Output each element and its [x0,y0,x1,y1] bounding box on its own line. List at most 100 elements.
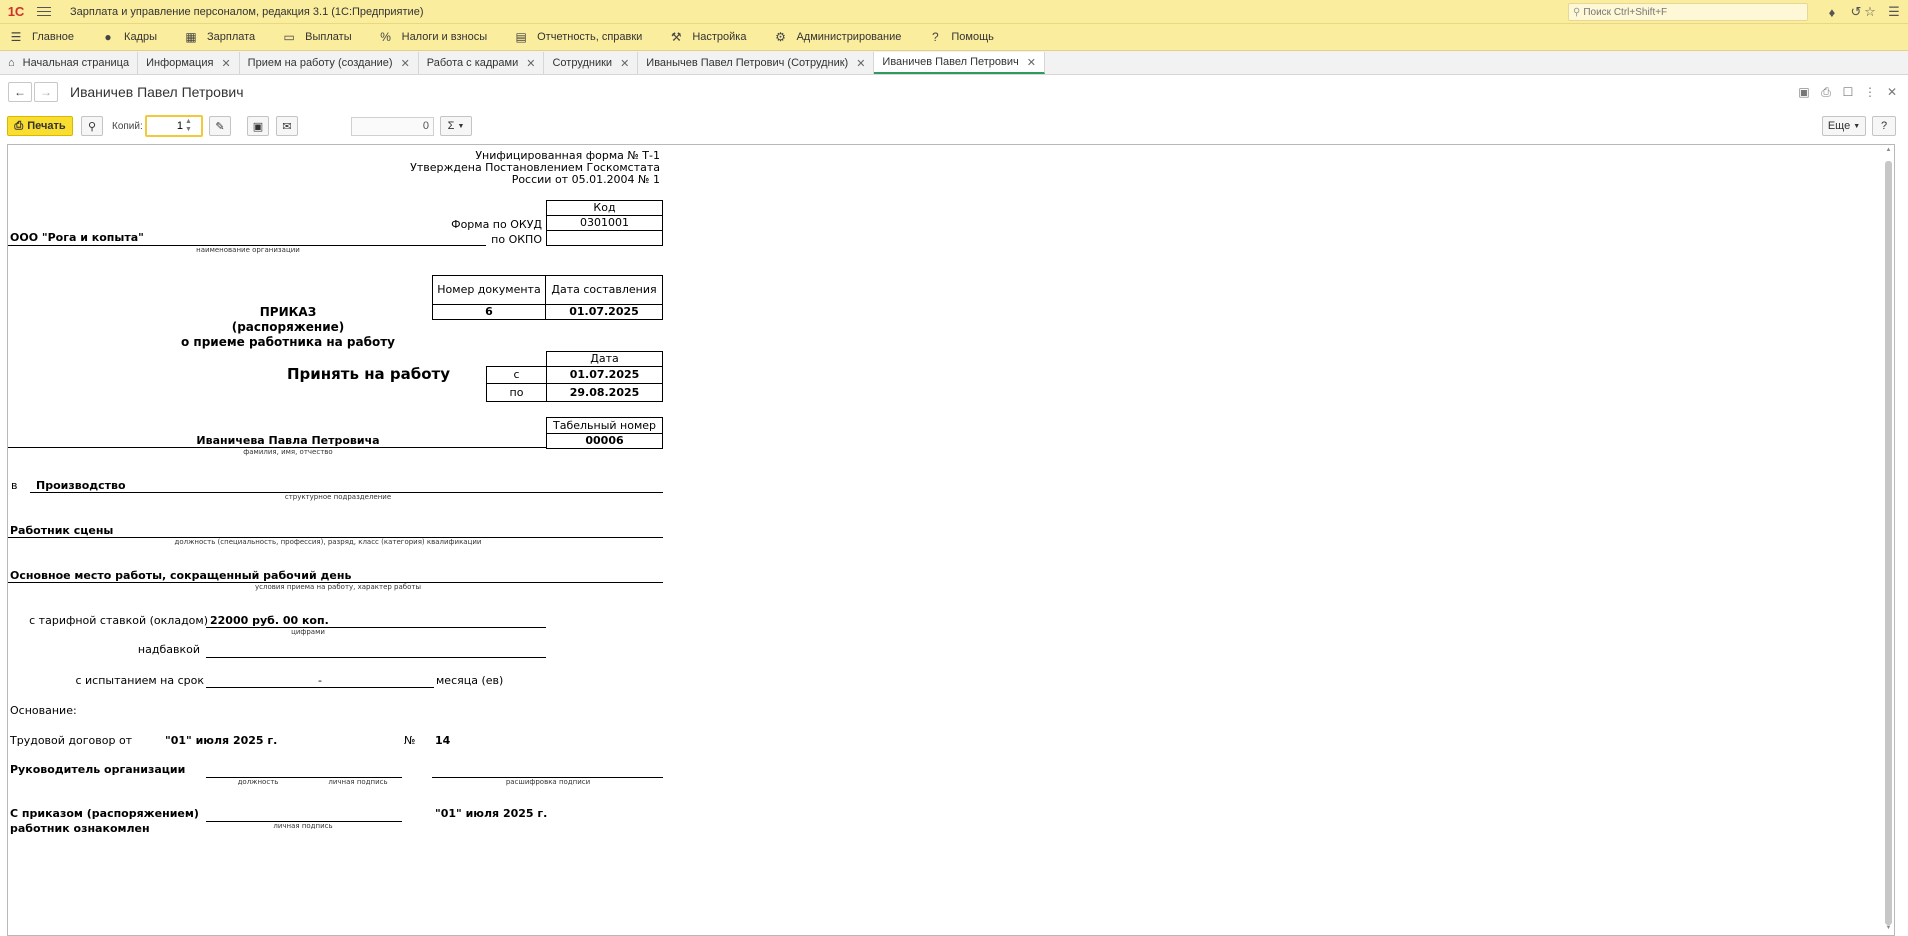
from-label: с [486,366,547,384]
calculator-icon: ▦ [185,30,197,44]
form-toolbar: ⎙Печать ⚲ Копий: ▲▼ ✎ ▣ ✉ 0 Σ▼ Еще▼ ? [0,114,1908,140]
gear-icon: ⚙ [775,30,786,44]
tab-hr-work[interactable]: Работа с кадрами ✕ [418,52,545,74]
save-file-button[interactable]: ▣ [247,116,269,136]
close-icon[interactable]: ✕ [1027,56,1036,69]
sum-field[interactable]: 0 [351,117,434,136]
rate-underline [206,627,546,628]
copies-label: Копий: [112,121,143,132]
star-icon[interactable]: ☆ [1862,4,1878,20]
panel-settings-icon[interactable]: ☰ [1886,4,1902,20]
printer-icon: ⎙ [14,119,24,132]
bell-icon[interactable]: ♦ [1824,4,1840,20]
back-button[interactable]: ← [8,82,32,102]
search-input[interactable] [1583,6,1804,18]
spin-down-icon[interactable]: ▼ [185,126,192,134]
doc-number: 6 [432,304,546,320]
menu-item-settings[interactable]: ⚒ Настройка [668,29,747,45]
preview-icon[interactable]: ☐ [1840,84,1856,100]
menu-item-salary[interactable]: ▦ Зарплата [183,29,255,45]
form-title: Иваничев Павел Петрович [70,84,244,100]
head-caption-decoding: расшифровка подписи [505,778,591,786]
close-icon[interactable]: ✕ [401,57,410,70]
home-icon: ⌂ [8,57,15,69]
menu-icon: ☰ [10,30,22,44]
menu-item-reports[interactable]: ▤ Отчетность, справки [513,29,642,45]
global-search[interactable]: ⚲ [1568,3,1808,21]
menu-item-payments[interactable]: ▭ Выплаты [281,29,352,45]
chevron-down-icon: ▼ [457,122,465,130]
sum-button[interactable]: Σ ▼ [440,116,472,136]
tab-information[interactable]: Информация ✕ [138,52,240,74]
to-label: по [486,383,547,402]
close-icon[interactable]: ✕ [620,57,629,70]
menu-item-hr[interactable]: ● Кадры [100,29,157,45]
magnifier-icon: ⚲ [87,120,97,133]
close-icon[interactable]: ✕ [526,57,535,70]
rate-caption: цифрами [291,628,325,636]
chevron-down-icon: ▼ [1853,122,1861,130]
menu-item-help[interactable]: ? Помощь [927,29,994,45]
menu-item-taxes[interactable]: % Налоги и взносы [378,29,487,45]
close-icon[interactable]: ✕ [221,57,230,70]
rate-label: с тарифной ставкой (окладом) [29,614,208,627]
tab-employee-card[interactable]: Иванычев Павел Петрович (Сотрудник) ✕ [638,52,875,74]
copies-stepper[interactable]: ▲▼ [145,115,203,137]
preview-button[interactable]: ⚲ [81,116,103,136]
scroll-up-icon[interactable]: ▲ [1884,147,1893,157]
contract-label: Трудовой договор от [10,734,133,747]
search-icon: ⚲ [1573,6,1581,18]
edit-toggle-button[interactable]: ✎ [209,116,231,136]
scrollbar-thumb[interactable] [1885,161,1892,925]
doc-number-header: Номер документа [432,275,546,305]
close-icon[interactable]: ✕ [1884,84,1900,100]
question-icon: ? [932,30,939,44]
more-vertical-icon[interactable]: ⋮ [1862,84,1878,100]
from-date: 01.07.2025 [546,366,663,384]
copies-input[interactable] [147,120,183,132]
ack-label-1: С приказом (распоряжением) [10,807,199,820]
position-caption: должность (специальность, профессия), ра… [174,538,482,546]
ack-caption-signature: личная подпись [273,822,333,830]
head-caption-position: должность [237,778,279,786]
vertical-scrollbar[interactable]: ▲ ▼ [1884,147,1893,935]
menu-item-admin[interactable]: ⚙ Администрирование [772,29,901,45]
employee-name: Иваничева Павла Петровича [196,434,380,447]
tab-home[interactable]: ⌂ Начальная страница [0,52,139,74]
print-button[interactable]: ⎙ Печать [7,116,73,136]
hamburger-menu-icon[interactable] [36,4,52,20]
order-title-3: о приеме работника на работу [180,335,395,349]
people-icon: ● [104,30,112,44]
okud-label: Форма по ОКУД [451,218,542,231]
save-icon[interactable]: ▣ [1796,84,1812,100]
organization-name: ООО "Рога и копыта" [10,231,144,244]
code-header: Код [546,200,663,216]
help-button[interactable]: ? [1872,116,1896,136]
send-mail-button[interactable]: ✉ [276,116,298,136]
close-icon[interactable]: ✕ [856,57,865,70]
position: Работник сцены [10,524,114,537]
date-header: Дата [546,351,663,367]
hire-label: Принять на работу [287,365,451,383]
contract-no-label: № [404,734,416,747]
tab-employees[interactable]: Сотрудники ✕ [544,52,639,74]
bonus-label: надбавкой [137,643,200,656]
tab-number: 00006 [546,433,663,449]
edit-icon: ✎ [215,120,225,133]
tab-hiring-create[interactable]: Прием на работу (создание) ✕ [239,52,419,74]
work-conditions-caption: условия приема на работу, характер работ… [254,583,421,591]
probation-underline [206,687,434,688]
wallet-icon: ▭ [283,30,295,44]
app-logo[interactable]: 1С [4,2,28,22]
floppy-icon: ▣ [252,120,264,133]
print-icon[interactable]: ⎙ [1818,84,1834,100]
menu-item-main[interactable]: ☰ Главное [8,29,74,45]
spin-up-icon[interactable]: ▲ [185,118,192,126]
probation-unit: месяца (ев) [436,674,504,687]
more-button[interactable]: Еще ▼ [1822,116,1866,136]
forward-button[interactable]: → [34,82,58,102]
tab-print-form[interactable]: Иваничев Павел Петрович ✕ [874,52,1045,74]
report-icon: ▤ [515,30,527,44]
scroll-down-icon[interactable]: ▼ [1884,925,1893,935]
print-form-sheet[interactable]: Унифицированная форма № Т-1 Утверждена П… [7,144,1895,936]
